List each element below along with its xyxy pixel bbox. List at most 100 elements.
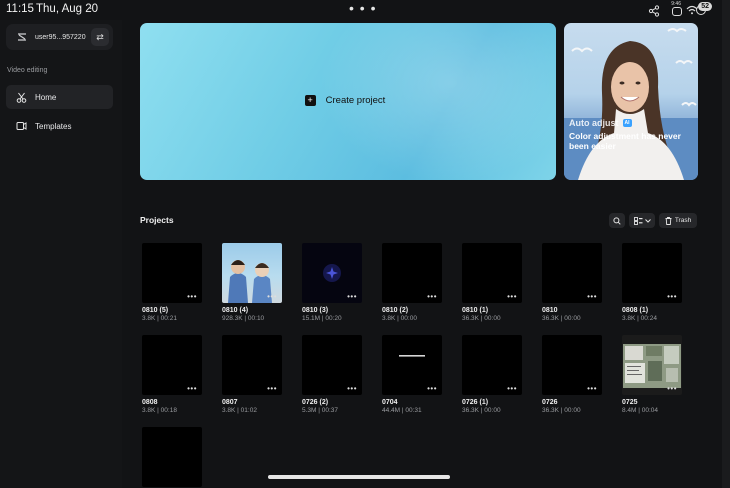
more-options-icon[interactable]: ••• bbox=[267, 385, 277, 393]
project-tile[interactable]: ••• 0726 36.3K | 00:00 bbox=[542, 335, 602, 414]
promo-woman-illustration bbox=[564, 28, 698, 180]
search-button[interactable] bbox=[609, 213, 625, 228]
project-name: 0807 bbox=[222, 399, 238, 406]
more-options-icon[interactable]: ••• bbox=[427, 385, 437, 393]
account-card[interactable]: user95...957220 ⇄ bbox=[6, 24, 113, 50]
project-meta: 36.3K | 00:00 bbox=[542, 315, 581, 322]
project-name: 0810 (1) bbox=[462, 307, 489, 314]
face-icon bbox=[672, 7, 682, 16]
project-tile[interactable]: ••• 0726 (1) 36.3K | 00:00 bbox=[462, 335, 522, 414]
home-indicator[interactable] bbox=[268, 475, 450, 479]
sidebar-item-home[interactable]: Home bbox=[6, 85, 113, 109]
project-thumbnail: ••• bbox=[222, 243, 282, 303]
more-options-icon[interactable]: ••• bbox=[507, 293, 517, 301]
sidebar: user95...957220 ⇄ Video editing Home Tem… bbox=[0, 20, 122, 488]
project-thumbnail bbox=[142, 427, 202, 487]
project-tile[interactable]: ••• 0808 3.8K | 00:18 bbox=[142, 335, 202, 414]
more-options-icon[interactable]: ••• bbox=[187, 385, 197, 393]
project-thumbnail: ••• bbox=[382, 243, 442, 303]
promo-title: Auto adjust AI bbox=[569, 118, 632, 128]
project-tile[interactable]: ••• 0810 (2) 3.8K | 00:00 bbox=[382, 243, 442, 322]
project-tile[interactable]: ••• 0810 (4) 928.3K | 00:10 bbox=[222, 243, 282, 322]
project-tile[interactable]: ••• 0726 (2) 5.3M | 00:37 bbox=[302, 335, 362, 414]
project-meta: 44.4M | 00:31 bbox=[382, 407, 422, 414]
sidebar-item-label: Home bbox=[35, 92, 57, 102]
more-options-icon[interactable]: ••• bbox=[667, 385, 677, 393]
templates-icon bbox=[15, 120, 27, 132]
project-thumbnail: ••• bbox=[462, 335, 522, 395]
project-meta: 15.1M | 00:20 bbox=[302, 315, 342, 322]
project-tile[interactable]: ••• 0704 44.4M | 00:31 bbox=[382, 335, 442, 414]
project-tile[interactable]: ••• 0810 (3) 15.1M | 00:20 bbox=[302, 243, 362, 322]
share-icon[interactable] bbox=[648, 5, 660, 17]
view-mode-button[interactable] bbox=[629, 213, 655, 228]
more-options-icon[interactable]: ••• bbox=[187, 293, 197, 301]
project-thumbnail: ••• bbox=[142, 243, 202, 303]
project-name: 0810 (2) bbox=[382, 307, 409, 314]
project-name: 0810 (3) bbox=[302, 307, 329, 314]
project-name: 0810 (5) bbox=[142, 307, 169, 314]
project-thumbnail: ••• bbox=[302, 335, 362, 395]
create-project-card[interactable]: + Create project bbox=[140, 23, 556, 180]
project-name: 0808 bbox=[142, 399, 158, 406]
more-options-icon[interactable]: ••• bbox=[347, 385, 357, 393]
project-meta: 8.4M | 00:04 bbox=[622, 407, 659, 414]
chevron-down-icon bbox=[644, 218, 651, 223]
project-meta: 928.3K | 00:10 bbox=[222, 315, 265, 322]
trash-button[interactable]: Trash bbox=[659, 213, 697, 228]
plus-icon: + bbox=[304, 95, 316, 106]
battery-indicator: 52 bbox=[698, 2, 712, 11]
status-bar: 11:15 Thu, Aug 20 ••• • • • 9:46 52 bbox=[0, 0, 730, 20]
trash-label: Trash bbox=[674, 217, 692, 224]
project-meta: 5.3M | 00:37 bbox=[302, 407, 339, 414]
project-tile[interactable]: ••• 0810 (1) 36.3K | 00:00 bbox=[462, 243, 522, 322]
project-name: 0726 (2) bbox=[302, 399, 329, 406]
section-label-video-editing: Video editing bbox=[7, 67, 48, 74]
switch-account-button[interactable]: ⇄ bbox=[91, 28, 109, 46]
more-options-icon[interactable]: ••• bbox=[507, 385, 517, 393]
project-thumbnail: ••• bbox=[382, 335, 442, 395]
project-meta: 3.8K | 00:18 bbox=[142, 407, 177, 414]
project-thumbnail: ••• bbox=[222, 335, 282, 395]
more-options-icon[interactable]: ••• bbox=[667, 293, 677, 301]
project-thumbnail: ••• bbox=[142, 335, 202, 395]
project-thumbnail: ••• bbox=[622, 335, 682, 395]
project-name: 0725 bbox=[622, 399, 638, 406]
sidebar-item-templates[interactable]: Templates bbox=[6, 114, 113, 138]
project-tile[interactable]: ••• 0810 36.3K | 00:00 bbox=[542, 243, 602, 322]
project-name: 0704 bbox=[382, 399, 398, 406]
window-edge bbox=[722, 0, 730, 488]
search-icon bbox=[613, 216, 621, 225]
status-time: 11:15 bbox=[6, 3, 34, 15]
project-tile[interactable]: ••• 0725 8.4M | 00:04 bbox=[622, 335, 682, 414]
project-thumbnail: ••• bbox=[462, 243, 522, 303]
promo-subtitle: Color adjustment has never been easier bbox=[569, 131, 681, 151]
more-options-icon[interactable]: ••• bbox=[427, 293, 437, 301]
more-options-icon[interactable]: ••• bbox=[587, 293, 597, 301]
project-meta: 3.8K | 01:02 bbox=[222, 407, 257, 414]
project-name: 0808 (1) bbox=[622, 307, 649, 314]
create-project-label: Create project bbox=[325, 95, 386, 106]
multitasking-dots[interactable]: • • • bbox=[349, 0, 376, 16]
more-options-icon[interactable]: ••• bbox=[267, 293, 277, 301]
project-tile[interactable]: ••• 0808 (1) 3.8K | 00:24 bbox=[622, 243, 682, 322]
project-meta: 36.3K | 00:00 bbox=[542, 407, 581, 414]
project-meta: 36.3K | 00:00 bbox=[462, 407, 501, 414]
account-username: user95...957220 bbox=[35, 33, 86, 41]
more-options-icon[interactable]: ••• bbox=[587, 385, 597, 393]
project-thumbnail: ••• bbox=[622, 243, 682, 303]
swap-arrows-icon: ⇄ bbox=[96, 31, 104, 42]
trash-icon bbox=[665, 216, 672, 225]
project-tile[interactable] bbox=[142, 427, 202, 488]
account-logo-icon bbox=[17, 33, 26, 41]
project-meta: 3.8K | 00:00 bbox=[382, 315, 417, 322]
status-indicator: ••• bbox=[88, 6, 94, 12]
auto-adjust-promo-card[interactable]: Auto adjust AI Color adjustment has neve… bbox=[564, 23, 698, 180]
project-meta: 36.3K | 00:00 bbox=[462, 315, 501, 322]
project-meta: 3.8K | 00:24 bbox=[622, 315, 657, 322]
ai-badge: AI bbox=[622, 119, 632, 127]
project-tile[interactable]: ••• 0810 (5) 3.8K | 00:21 bbox=[142, 243, 202, 322]
more-options-icon[interactable]: ••• bbox=[347, 293, 357, 301]
project-name: 0810 (4) bbox=[222, 307, 249, 314]
project-tile[interactable]: ••• 0807 3.8K | 01:02 bbox=[222, 335, 282, 414]
